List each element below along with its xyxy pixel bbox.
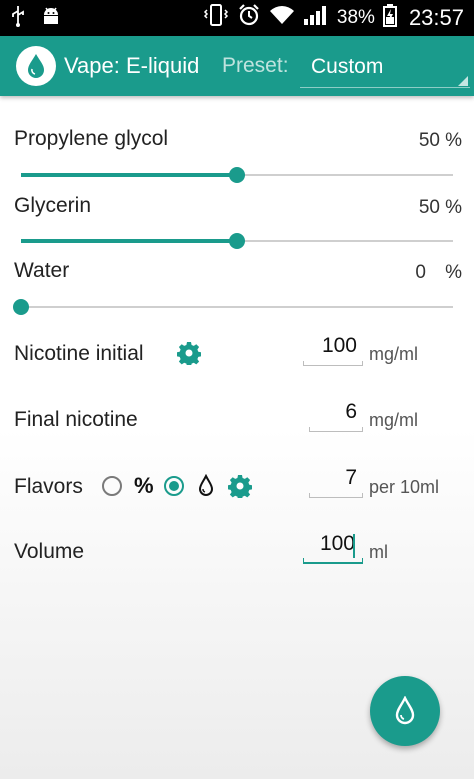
slider-fill [21, 173, 237, 177]
glycerin-label: Glycerin [14, 194, 92, 217]
propylene-glycol-value: 50 [418, 130, 440, 151]
volume-value: 100 [319, 532, 355, 555]
flavors-drops-radio[interactable] [164, 476, 184, 496]
volume-unit: ml [369, 542, 388, 562]
app-title: Vape: E-liquid [64, 53, 200, 78]
signal-icon [303, 4, 329, 32]
glycerin-value: 50 [418, 197, 440, 218]
wifi-icon [269, 4, 295, 32]
propylene-glycol-slider[interactable] [21, 163, 453, 187]
input-underline-left [303, 558, 304, 564]
propylene-glycol-label: Propylene glycol [14, 127, 169, 150]
flavors-percent-radio[interactable] [102, 476, 122, 496]
calculate-fab-button[interactable] [370, 676, 440, 746]
final-nicotine-label: Final nicotine [14, 408, 138, 431]
input-underline-right [362, 427, 363, 432]
drop-icon [198, 474, 214, 496]
nicotine-settings-gear-icon[interactable] [177, 341, 201, 365]
input-underline-left [309, 493, 310, 498]
percent-option-label: % [134, 473, 154, 498]
preset-value: Custom [311, 55, 384, 78]
app-bar: Vape: E-liquid Preset: Custom [0, 36, 474, 96]
final-nicotine-input[interactable]: 6 [309, 400, 363, 434]
slider-track [21, 306, 453, 308]
nicotine-initial-input[interactable]: 100 [303, 334, 363, 368]
preset-label: Preset: [222, 54, 289, 77]
water-value: 0 [415, 262, 426, 283]
final-nicotine-value: 6 [345, 400, 357, 423]
input-underline-right [362, 558, 363, 564]
nicotine-initial-unit: mg/ml [369, 344, 418, 364]
glycerin-slider[interactable] [21, 229, 453, 253]
slider-thumb[interactable] [229, 167, 245, 183]
input-underline-right [362, 361, 363, 366]
slider-thumb[interactable] [229, 233, 245, 249]
slider-thumb[interactable] [13, 299, 29, 315]
clock: 23:57 [408, 5, 464, 30]
flavors-unit: per 10ml [369, 477, 440, 497]
input-underline [303, 562, 363, 564]
alarm-icon [237, 3, 261, 33]
input-underline-left [309, 427, 310, 432]
drop-fab-icon [395, 696, 415, 725]
nicotine-initial-label: Nicotine initial [14, 342, 144, 365]
dropdown-arrow-icon [458, 76, 468, 86]
status-bar: 38% 23:57 [0, 0, 474, 36]
android-debug-icon [40, 5, 62, 32]
vibrate-icon [203, 3, 229, 33]
battery-percent: 38% [336, 7, 375, 28]
flavors-label: Flavors [14, 475, 83, 498]
input-underline-left [303, 361, 304, 366]
final-nicotine-unit: mg/ml [369, 410, 418, 430]
volume-input[interactable]: 100 [303, 532, 363, 566]
battery-icon [382, 3, 397, 33]
glycerin-unit: % [445, 197, 462, 218]
nicotine-initial-value: 100 [321, 334, 357, 357]
propylene-glycol-unit: % [445, 130, 462, 151]
water-label: Water [14, 259, 70, 282]
drop-logo-icon [16, 46, 56, 86]
volume-label: Volume [14, 540, 85, 563]
water-slider[interactable] [13, 295, 453, 319]
input-underline [303, 365, 363, 366]
text-cursor [353, 534, 355, 558]
flavors-value: 7 [345, 466, 357, 489]
slider-fill [21, 239, 237, 243]
flavors-settings-gear-icon[interactable] [228, 474, 252, 498]
water-unit: % [445, 262, 462, 283]
input-underline [309, 497, 363, 498]
usb-icon [10, 5, 26, 32]
input-underline [309, 431, 363, 432]
preset-dropdown[interactable]: Custom [300, 46, 470, 90]
flavors-input[interactable]: 7 [309, 466, 363, 500]
input-underline-right [362, 493, 363, 498]
preset-underline [300, 87, 470, 88]
